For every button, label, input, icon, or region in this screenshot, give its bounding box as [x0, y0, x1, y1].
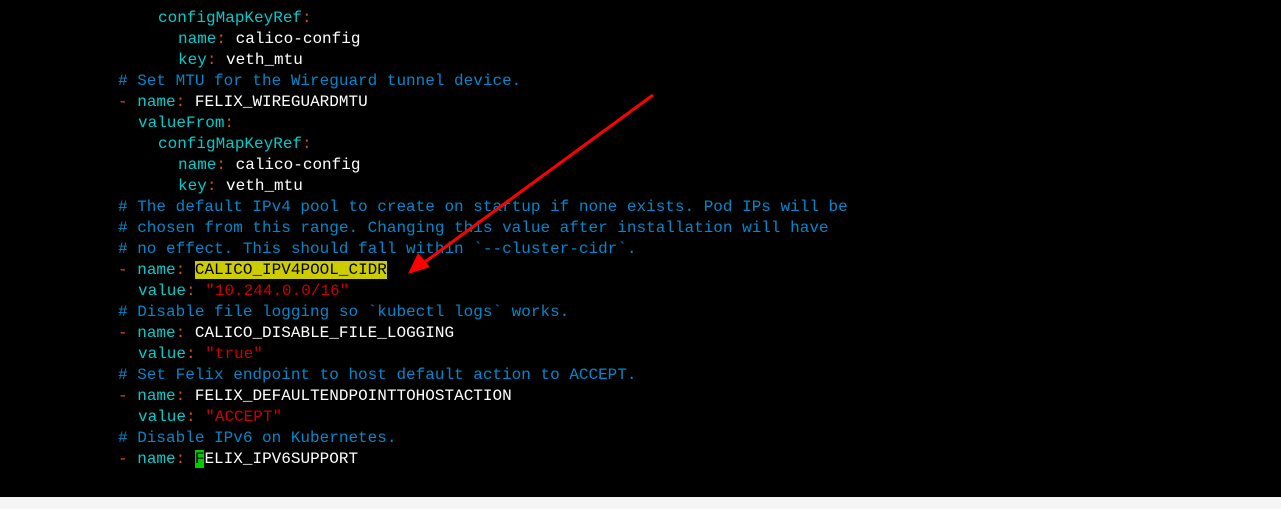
- yaml-comment: # Set MTU for the Wireguard tunnel devic…: [0, 71, 1281, 92]
- yaml-comment: # Disable file logging so `kubectl logs`…: [0, 302, 1281, 323]
- yaml-line: configMapKeyRef:: [0, 8, 1281, 29]
- yaml-line: valueFrom:: [0, 113, 1281, 134]
- yaml-line: - name: CALICO_DISABLE_FILE_LOGGING: [0, 323, 1281, 344]
- yaml-line: name: calico-config: [0, 29, 1281, 50]
- yaml-line: value: "10.244.0.0/16": [0, 281, 1281, 302]
- yaml-comment: # Set Felix endpoint to host default act…: [0, 365, 1281, 386]
- yaml-comment: # no effect. This should fall within `--…: [0, 239, 1281, 260]
- yaml-line: name: calico-config: [0, 155, 1281, 176]
- yaml-line: - name: FELIX_DEFAULTENDPOINTTOHOSTACTIO…: [0, 386, 1281, 407]
- yaml-line: - name: FELIX_WIREGUARDMTU: [0, 92, 1281, 113]
- yaml-line-highlighted: - name: CALICO_IPV4POOL_CIDR: [0, 260, 1281, 281]
- window-bottom-edge: [0, 497, 1281, 509]
- yaml-line: key: veth_mtu: [0, 176, 1281, 197]
- yaml-comment: # chosen from this range. Changing this …: [0, 218, 1281, 239]
- yaml-line: configMapKeyRef:: [0, 134, 1281, 155]
- yaml-line-cursor: - name: FELIX_IPV6SUPPORT: [0, 449, 1281, 470]
- search-highlight: CALICO_IPV4POOL_CIDR: [195, 261, 387, 279]
- yaml-line: value: "true": [0, 344, 1281, 365]
- editor-cursor: F: [195, 450, 205, 468]
- yaml-line: key: veth_mtu: [0, 50, 1281, 71]
- yaml-line: value: "ACCEPT": [0, 407, 1281, 428]
- terminal-editor[interactable]: configMapKeyRef: name: calico-config key…: [0, 8, 1281, 470]
- yaml-comment: # The default IPv4 pool to create on sta…: [0, 197, 1281, 218]
- yaml-comment: # Disable IPv6 on Kubernetes.: [0, 428, 1281, 449]
